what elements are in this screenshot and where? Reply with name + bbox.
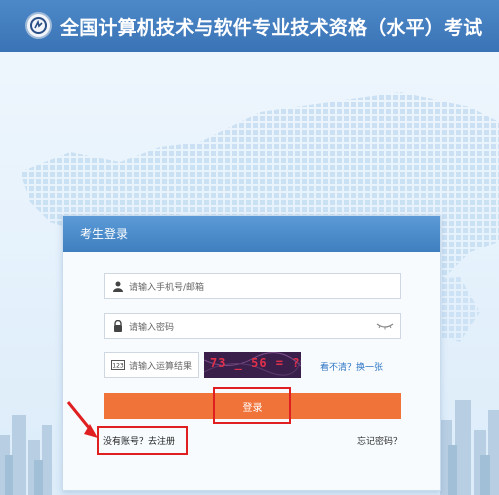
eye-closed-icon[interactable] bbox=[376, 322, 394, 330]
login-panel-title: 考生登录 bbox=[63, 216, 440, 252]
exam-logo-icon bbox=[25, 12, 52, 39]
forgot-password-link[interactable]: 忘记密码？ bbox=[357, 434, 402, 447]
refresh-captcha-link[interactable]: 看不清？换一张 bbox=[320, 360, 383, 373]
red-arrow-icon bbox=[66, 401, 98, 438]
captcha-input[interactable]: 123 请输入运算结果 bbox=[104, 352, 199, 378]
captcha-placeholder: 请输入运算结果 bbox=[129, 361, 193, 372]
captcha-text: 73 _ 56 = ? bbox=[210, 356, 301, 370]
login-highlight-box bbox=[213, 387, 291, 424]
svg-text:123: 123 bbox=[112, 363, 124, 370]
lock-icon bbox=[109, 314, 127, 338]
captcha-image[interactable]: 73 _ 56 = ? bbox=[204, 352, 301, 378]
user-icon bbox=[109, 274, 127, 298]
password-placeholder: 请输入密码 bbox=[129, 322, 175, 333]
page-header: 全国计算机技术与软件专业技术资格（水平）考试 bbox=[0, 0, 499, 52]
password-input[interactable]: 请输入密码 bbox=[104, 313, 401, 339]
page-title: 全国计算机技术与软件专业技术资格（水平）考试 bbox=[60, 17, 483, 39]
username-placeholder: 请输入手机号/邮箱 bbox=[129, 282, 205, 293]
register-highlight-box bbox=[97, 426, 188, 455]
123-icon: 123 bbox=[109, 353, 127, 377]
username-input[interactable]: 请输入手机号/邮箱 bbox=[104, 273, 401, 299]
